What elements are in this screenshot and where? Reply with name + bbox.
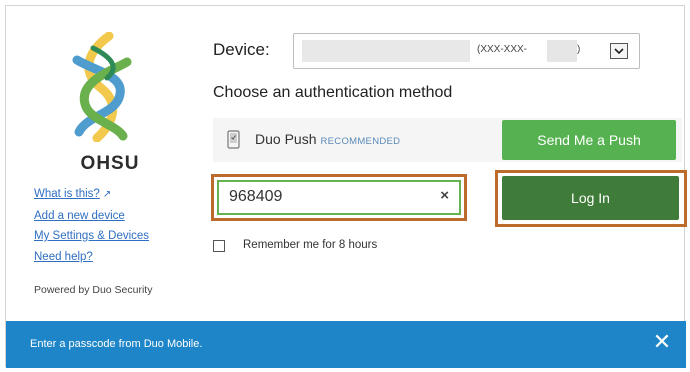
status-bar: Enter a passcode from Duo Mobile. ✕ xyxy=(6,321,686,368)
redacted-device-name xyxy=(302,40,470,62)
clear-icon[interactable]: × xyxy=(440,187,449,204)
need-help-link[interactable]: Need help? xyxy=(34,247,149,268)
remember-checkbox[interactable] xyxy=(213,240,225,252)
redacted-device-digits xyxy=(547,40,577,62)
what-is-this-link[interactable]: What is this? ↗ xyxy=(34,184,149,206)
ohsu-logo-icon xyxy=(72,32,132,142)
duo-push-label: Duo Push RECOMMENDED xyxy=(255,131,401,147)
passcode-value: 968409 xyxy=(229,188,283,205)
chevron-down-icon[interactable] xyxy=(610,43,628,59)
duo-push-row: Duo Push RECOMMENDED Send Me a Push xyxy=(213,118,682,162)
auth-method-heading: Choose an authentication method xyxy=(213,84,453,101)
send-push-button[interactable]: Send Me a Push xyxy=(502,120,676,160)
add-device-link[interactable]: Add a new device xyxy=(34,206,149,227)
sidebar-links: What is this? ↗ Add a new device My Setti… xyxy=(34,184,149,267)
device-masked-number: (XXX-XXX- xyxy=(477,44,528,55)
brand-name: OHSU xyxy=(80,153,140,174)
device-label: Device: xyxy=(213,40,270,59)
settings-devices-link[interactable]: My Settings & Devices xyxy=(34,226,149,247)
passcode-input[interactable]: 968409 × xyxy=(217,180,461,215)
device-masked-close: ) xyxy=(577,44,581,55)
status-message: Enter a passcode from Duo Mobile. xyxy=(30,338,203,350)
close-icon[interactable]: ✕ xyxy=(650,330,674,354)
login-button[interactable]: Log In xyxy=(502,176,679,220)
recommended-badge: RECOMMENDED xyxy=(320,136,401,147)
phone-icon xyxy=(227,130,240,149)
device-select[interactable]: (XXX-XXX- ) xyxy=(293,33,640,69)
duo-prompt-frame: OHSU What is this? ↗ Add a new device My … xyxy=(5,5,687,368)
remember-label[interactable]: Remember me for 8 hours xyxy=(243,239,377,251)
external-link-icon: ↗ xyxy=(102,189,112,200)
powered-by-text: Powered by Duo Security xyxy=(34,284,153,296)
